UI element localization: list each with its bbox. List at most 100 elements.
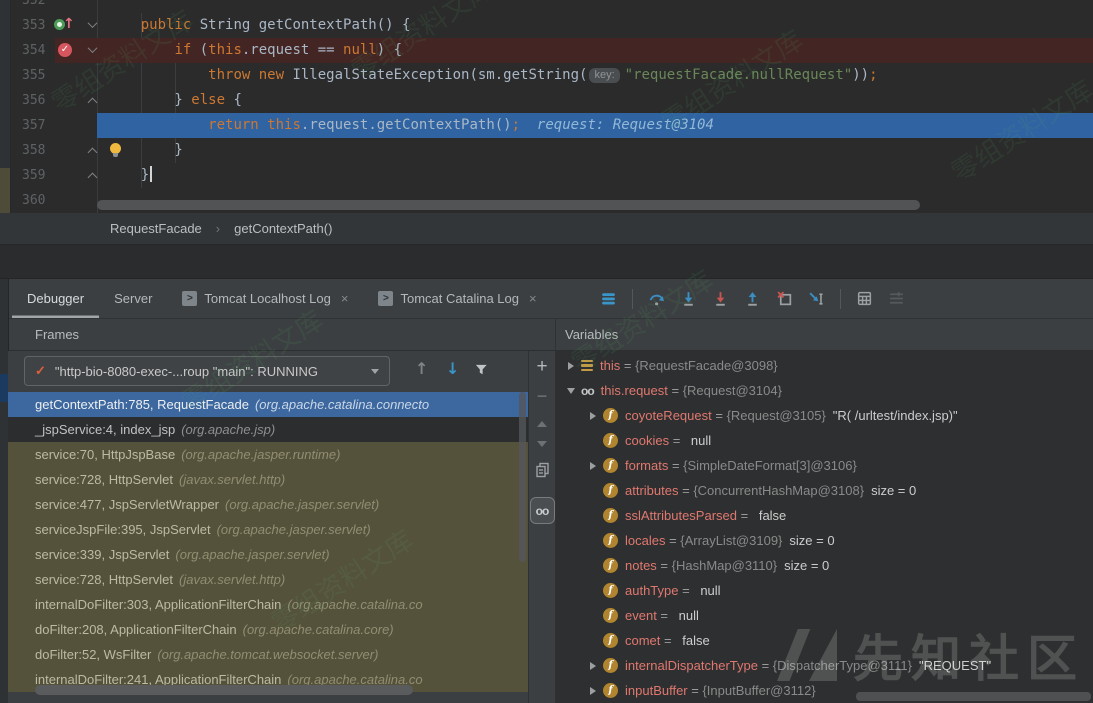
code-text: }: [107, 163, 152, 188]
code-line[interactable]: 354 if (this.request == null) {: [0, 38, 1093, 63]
variable-row[interactable]: event = null: [556, 603, 1093, 628]
variable-row[interactable]: notes = {HashMap@3110}size = 0: [556, 553, 1093, 578]
move-down-icon[interactable]: [537, 441, 547, 447]
variable-row[interactable]: internalDispatcherType = {DispatcherType…: [556, 653, 1093, 678]
frame-method: service:728, HttpServlet: [35, 472, 173, 487]
navigate-up-icon[interactable]: [415, 359, 428, 378]
fold-marker-icon[interactable]: [89, 96, 99, 106]
code-line[interactable]: 352: [0, 0, 1093, 13]
breadcrumb-separator-icon: ›: [216, 221, 220, 236]
expand-closed-icon[interactable]: [586, 412, 599, 420]
breadcrumb-method[interactable]: getContextPath(): [234, 221, 332, 236]
close-icon[interactable]: [341, 291, 349, 306]
frame-row[interactable]: service:477, JspServletWrapper(org.apach…: [8, 492, 528, 517]
frames-hscrollbar[interactable]: [35, 685, 413, 695]
editor-hscrollbar[interactable]: [97, 200, 920, 210]
code-text: return this.request.getContextPath(); re…: [107, 113, 714, 138]
duplicate-watch-icon[interactable]: [535, 462, 550, 483]
line-number: 359: [22, 163, 56, 188]
fold-marker-icon[interactable]: [89, 171, 99, 181]
show-watches-icon[interactable]: [530, 497, 555, 524]
variable-row[interactable]: cookies = null: [556, 428, 1093, 453]
expand-closed-icon[interactable]: [586, 687, 599, 695]
force-step-into-icon[interactable]: [712, 290, 729, 307]
expand-closed-icon[interactable]: [586, 462, 599, 470]
step-out-icon[interactable]: [744, 290, 761, 307]
step-over-icon[interactable]: [648, 290, 665, 307]
variable-row[interactable]: comet = false: [556, 628, 1093, 653]
variable-row[interactable]: this.request = {Request@3104}: [556, 378, 1093, 403]
variable-row[interactable]: authType = null: [556, 578, 1093, 603]
variable-row[interactable]: attributes = {ConcurrentHashMap@3108}siz…: [556, 478, 1093, 503]
expand-closed-icon[interactable]: [586, 662, 599, 670]
tab-tomcat-catalina-log[interactable]: Tomcat Catalina Log: [363, 279, 551, 318]
close-icon[interactable]: [529, 291, 537, 306]
navigate-down-icon[interactable]: [446, 359, 459, 378]
restore-layout-icon[interactable]: [600, 290, 617, 307]
tab-server[interactable]: Server: [99, 279, 167, 318]
code-line[interactable]: 357 return this.request.getContextPath()…: [0, 113, 1093, 138]
evaluate-expression-icon[interactable]: [856, 290, 873, 307]
variable-name: this.request: [601, 383, 668, 398]
line-number: 357: [22, 113, 56, 138]
field-icon: [603, 658, 618, 673]
code-token: }: [107, 92, 191, 108]
text-caret: [150, 166, 152, 182]
code-line[interactable]: 358 }: [0, 138, 1093, 163]
expand-closed-icon[interactable]: [564, 362, 577, 370]
frame-row[interactable]: doFilter:208, ApplicationFilterChain(org…: [8, 617, 528, 642]
step-into-icon[interactable]: [680, 290, 697, 307]
breadcrumb-class[interactable]: RequestFacade: [110, 221, 202, 236]
add-watch-icon[interactable]: [536, 357, 547, 376]
frame-method: service:339, JspServlet: [35, 547, 169, 562]
variable-name: sslAttributesParsed: [625, 508, 737, 523]
expand-arrow: [590, 687, 596, 695]
mute-renderers-icon[interactable]: [888, 290, 905, 307]
console-icon: [182, 291, 197, 306]
code-token: (: [191, 42, 208, 58]
tab-debugger[interactable]: Debugger: [12, 279, 99, 318]
variables-hscrollbar[interactable]: [856, 692, 1091, 701]
run-to-cursor-icon[interactable]: [808, 290, 825, 307]
move-up-icon[interactable]: [537, 421, 547, 427]
field-icon: [603, 458, 618, 473]
remove-watch-icon[interactable]: [537, 389, 548, 403]
frame-row[interactable]: service:339, JspServlet(org.apache.jaspe…: [8, 542, 528, 567]
variable-ref-value: {Request@3104}: [683, 383, 782, 398]
frame-row[interactable]: internalDoFilter:303, ApplicationFilterC…: [8, 592, 528, 617]
frame-row[interactable]: service:70, HttpJspBase(org.apache.jaspe…: [8, 442, 528, 467]
fold-marker-icon[interactable]: [89, 21, 99, 31]
equals-sign: =: [665, 533, 680, 548]
variable-row[interactable]: sslAttributesParsed = false: [556, 503, 1093, 528]
variable-row[interactable]: locales = {ArrayList@3109}size = 0: [556, 528, 1093, 553]
filter-icon[interactable]: [474, 362, 489, 382]
breakpoint-icon[interactable]: [58, 43, 72, 57]
frames-vscrollbar[interactable]: [519, 392, 526, 562]
frame-row[interactable]: service:728, HttpServlet(javax.servlet.h…: [8, 467, 528, 492]
frame-row[interactable]: doFilter:52, WsFilter(org.apache.tomcat.…: [8, 642, 528, 667]
expand-open-icon[interactable]: [564, 388, 577, 394]
fold-marker-icon[interactable]: [89, 46, 99, 56]
fold-marker-icon[interactable]: [89, 146, 99, 156]
code-lines: 352353 public String getContextPath() {3…: [0, 0, 1093, 213]
frame-row[interactable]: service:728, HttpServlet(javax.servlet.h…: [8, 567, 528, 592]
code-line[interactable]: 356 } else {: [0, 88, 1093, 113]
equals-sign: =: [678, 483, 693, 498]
equals-sign: =: [758, 658, 773, 673]
code-editor[interactable]: 352353 public String getContextPath() {3…: [0, 0, 1093, 213]
thread-selector[interactable]: "http-bio-8080-exec-...roup "main": RUNN…: [24, 356, 390, 386]
code-token: .request ==: [242, 42, 343, 58]
frame-row[interactable]: _jspService:4, index_jsp(org.apache.jsp): [8, 417, 528, 442]
code-line[interactable]: 359 }: [0, 163, 1093, 188]
variable-row[interactable]: formats = {SimpleDateFormat[3]@3106}: [556, 453, 1093, 478]
tab-tomcat-localhost-log[interactable]: Tomcat Localhost Log: [167, 279, 363, 318]
variable-primitive-value: "R( /urltest/index.jsp)": [833, 408, 958, 423]
frame-row[interactable]: serviceJspFile:395, JspServlet(org.apach…: [8, 517, 528, 542]
variable-row[interactable]: this = {RequestFacade@3098}: [556, 353, 1093, 378]
drop-frame-icon[interactable]: [776, 290, 793, 307]
equals-sign: =: [737, 508, 752, 523]
code-line[interactable]: 353 public String getContextPath() {: [0, 13, 1093, 38]
frame-row[interactable]: getContextPath:785, RequestFacade(org.ap…: [8, 392, 528, 417]
code-line[interactable]: 355 throw new IllegalStateException(sm.g…: [0, 63, 1093, 88]
variable-row[interactable]: coyoteRequest = {Request@3105}"R( /urlte…: [556, 403, 1093, 428]
